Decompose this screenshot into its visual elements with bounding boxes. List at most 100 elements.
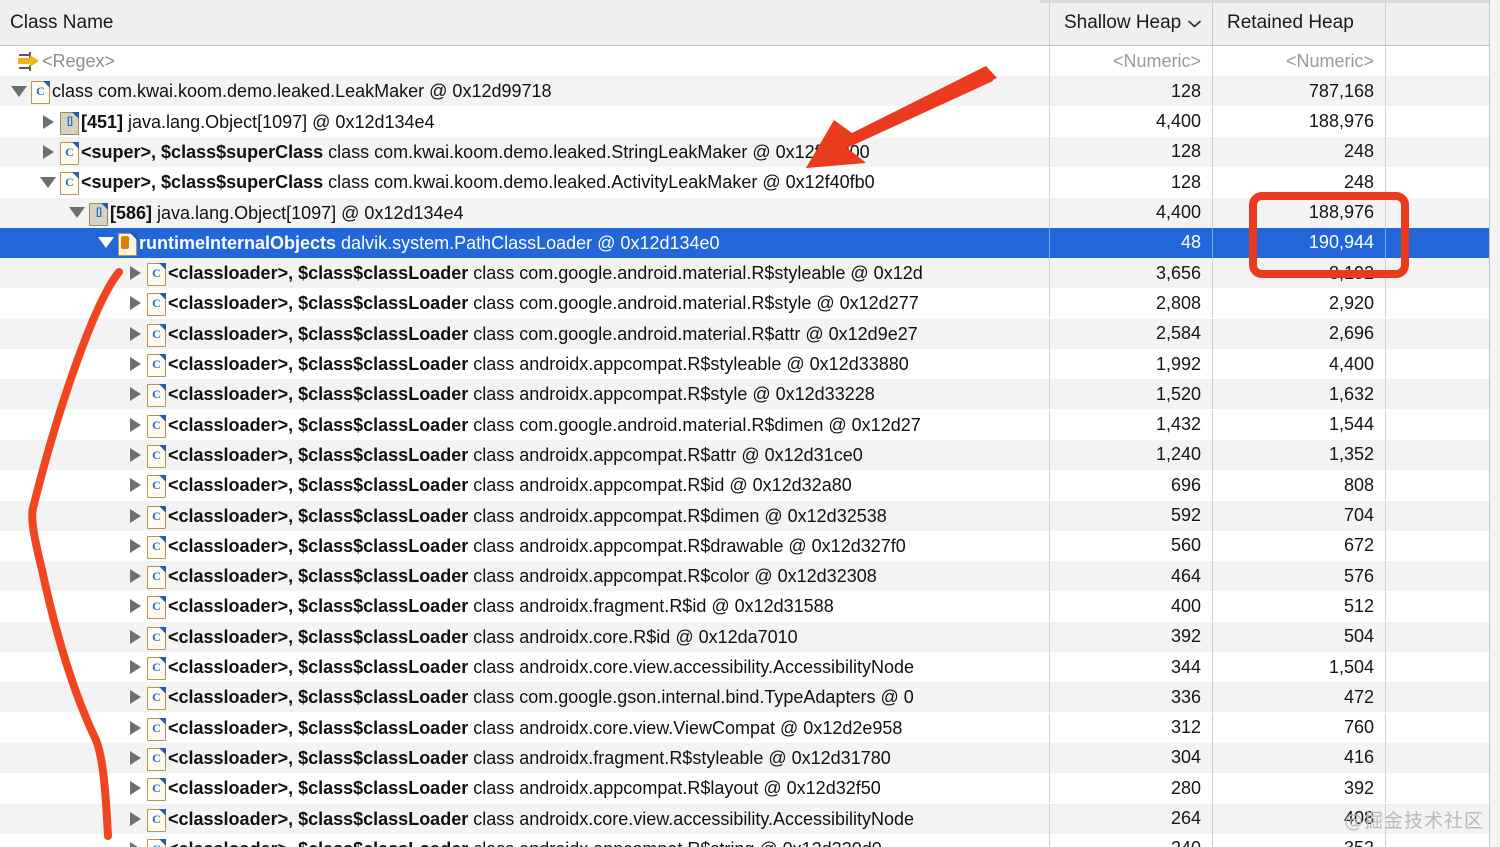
filter-retained-heap-cell[interactable]: <Numeric> bbox=[1212, 46, 1385, 76]
column-header-class-name[interactable]: Class Name bbox=[0, 0, 1049, 45]
expand-triangle-right-icon[interactable] bbox=[126, 804, 144, 834]
table-row[interactable]: C<classloader>, $class$classLoader class… bbox=[0, 318, 1500, 349]
class-name-cell[interactable]: C<classloader>, $class$classLoader class… bbox=[0, 258, 1049, 288]
table-row[interactable]: C<classloader>, $class$classLoader class… bbox=[0, 621, 1500, 652]
class-name-cell[interactable]: C<classloader>, $class$classLoader class… bbox=[0, 834, 1049, 847]
table-row[interactable]: C<classloader>, $class$classLoader class… bbox=[0, 530, 1500, 561]
expand-triangle-right-icon[interactable] bbox=[126, 531, 144, 561]
class-name-cell[interactable]: [] [586] java.lang.Object[1097] @ 0x12d13… bbox=[0, 198, 1049, 228]
table-row[interactable]: C<classloader>, $class$classLoader class… bbox=[0, 349, 1500, 379]
class-name-cell[interactable]: C<classloader>, $class$classLoader class… bbox=[0, 531, 1049, 561]
shallow-heap-cell: 2,584 bbox=[1049, 318, 1212, 349]
class-name-cell[interactable]: C<classloader>, $class$classLoader class… bbox=[0, 501, 1049, 531]
expand-triangle-right-icon[interactable] bbox=[126, 591, 144, 621]
expand-triangle-down-icon[interactable] bbox=[97, 228, 115, 258]
class-name-cell[interactable]: C<classloader>, $class$classLoader class… bbox=[0, 591, 1049, 621]
column-header-shallow-heap[interactable]: Shallow Heap bbox=[1049, 0, 1212, 45]
table-row[interactable]: runtimeInternalObjects dalvik.system.Pat… bbox=[0, 227, 1500, 258]
table-row[interactable]: C<classloader>, $class$classLoader class… bbox=[0, 470, 1500, 501]
table-row[interactable]: C<classloader>, $class$classLoader class… bbox=[0, 833, 1500, 847]
table-row[interactable]: C <super>, $class$superClass class com.kw… bbox=[0, 167, 1500, 198]
shallow-heap-cell: 280 bbox=[1049, 773, 1212, 804]
table-row[interactable]: C<classloader>, $class$classLoader class… bbox=[0, 409, 1500, 440]
table-row[interactable]: C<classloader>, $class$classLoader class… bbox=[0, 742, 1500, 773]
filter-class-name-cell[interactable]: <Regex> bbox=[0, 46, 1049, 76]
expand-triangle-right-icon[interactable] bbox=[126, 834, 144, 847]
class-name-cell[interactable]: C<classloader>, $class$classLoader class… bbox=[0, 470, 1049, 500]
expand-triangle-right-icon[interactable] bbox=[126, 652, 144, 682]
expand-triangle-right-icon[interactable] bbox=[126, 440, 144, 470]
class-name-cell[interactable]: C<classloader>, $class$classLoader class… bbox=[0, 288, 1049, 318]
class-name-cell[interactable]: [] [451] java.lang.Object[1097] @ 0x12d13… bbox=[0, 107, 1049, 137]
expand-triangle-right-icon[interactable] bbox=[126, 682, 144, 712]
expand-triangle-right-icon[interactable] bbox=[126, 410, 144, 440]
shallow-heap-cell: 4,400 bbox=[1049, 106, 1212, 137]
expand-triangle-right-icon[interactable] bbox=[126, 743, 144, 773]
expand-triangle-right-icon[interactable] bbox=[126, 773, 144, 803]
class-name-cell[interactable]: C<classloader>, $class$classLoader class… bbox=[0, 410, 1049, 440]
expand-triangle-down-icon[interactable] bbox=[39, 167, 57, 197]
expand-triangle-right-icon[interactable] bbox=[126, 561, 144, 591]
table-row[interactable]: [] [451] java.lang.Object[1097] @ 0x12d13… bbox=[0, 106, 1500, 137]
class-name-text: runtimeInternalObjects dalvik.system.Pat… bbox=[139, 228, 720, 258]
expand-triangle-right-icon[interactable] bbox=[126, 288, 144, 318]
table-row[interactable]: C<classloader>, $class$classLoader class… bbox=[0, 379, 1500, 410]
class-name-emphasis: <classloader>, $class$classLoader bbox=[168, 687, 469, 708]
class-name-cell[interactable]: C<classloader>, $class$classLoader class… bbox=[0, 561, 1049, 591]
extra-cell bbox=[1385, 682, 1490, 713]
class-name-cell[interactable]: C<classloader>, $class$classLoader class… bbox=[0, 349, 1049, 379]
class-name-cell[interactable]: C<classloader>, $class$classLoader class… bbox=[0, 622, 1049, 652]
class-name-cell[interactable]: runtimeInternalObjects dalvik.system.Pat… bbox=[0, 228, 1049, 258]
expand-triangle-down-icon[interactable] bbox=[68, 198, 86, 228]
expand-triangle-right-icon[interactable] bbox=[126, 501, 144, 531]
expand-triangle-right-icon[interactable] bbox=[126, 713, 144, 743]
heap-object-tree[interactable]: <Regex> <Numeric> <Numeric> Cclass com.k… bbox=[0, 46, 1500, 847]
class-name-cell[interactable]: C<classloader>, $class$classLoader class… bbox=[0, 682, 1049, 712]
class-name-cell[interactable]: C<classloader>, $class$classLoader class… bbox=[0, 773, 1049, 803]
table-row[interactable]: C <super>, $class$superClass class com.kw… bbox=[0, 136, 1500, 167]
expand-triangle-right-icon[interactable] bbox=[126, 622, 144, 652]
class-name-cell[interactable]: C<classloader>, $class$classLoader class… bbox=[0, 440, 1049, 470]
retained-heap-cell: 1,544 bbox=[1212, 409, 1385, 440]
expand-triangle-down-icon[interactable] bbox=[10, 76, 28, 106]
table-row[interactable]: Cclass com.kwai.koom.demo.leaked.LeakMak… bbox=[0, 76, 1500, 107]
class-name-detail: class androidx.appcompat.R$color @ 0x12d… bbox=[468, 566, 877, 587]
expand-triangle-right-icon[interactable] bbox=[126, 349, 144, 379]
shallow-heap-cell: 1,240 bbox=[1049, 439, 1212, 470]
class-name-cell[interactable]: C<classloader>, $class$classLoader class… bbox=[0, 652, 1049, 682]
table-row[interactable]: C<classloader>, $class$classLoader class… bbox=[0, 561, 1500, 592]
class-name-cell[interactable]: C<classloader>, $class$classLoader class… bbox=[0, 804, 1049, 834]
class-name-cell[interactable]: C <super>, $class$superClass class com.kw… bbox=[0, 137, 1049, 167]
column-header-extra[interactable] bbox=[1385, 0, 1489, 45]
table-row[interactable]: C<classloader>, $class$classLoader class… bbox=[0, 712, 1500, 743]
class-name-cell[interactable]: C<classloader>, $class$classLoader class… bbox=[0, 319, 1049, 349]
expand-triangle-right-icon[interactable] bbox=[126, 258, 144, 288]
expand-triangle-right-icon[interactable] bbox=[39, 107, 57, 137]
class-name-cell[interactable]: C<classloader>, $class$classLoader class… bbox=[0, 379, 1049, 409]
table-row[interactable]: C<classloader>, $class$classLoader class… bbox=[0, 803, 1500, 834]
column-header-retained-heap[interactable]: Retained Heap bbox=[1212, 0, 1385, 45]
class-name-detail: class androidx.appcompat.R$style @ 0x12d… bbox=[468, 384, 875, 405]
table-row[interactable]: C<classloader>, $class$classLoader class… bbox=[0, 288, 1500, 319]
retained-heap-cell: 672 bbox=[1212, 530, 1385, 561]
table-row[interactable]: [] [586] java.lang.Object[1097] @ 0x12d13… bbox=[0, 197, 1500, 228]
class-name-cell[interactable]: C<classloader>, $class$classLoader class… bbox=[0, 713, 1049, 743]
table-row[interactable]: C<classloader>, $class$classLoader class… bbox=[0, 682, 1500, 713]
table-row[interactable]: C<classloader>, $class$classLoader class… bbox=[0, 591, 1500, 622]
pane-divider[interactable] bbox=[1489, 0, 1500, 847]
class-name-emphasis: <classloader>, $class$classLoader bbox=[168, 354, 469, 374]
class-name-cell[interactable]: C<classloader>, $class$classLoader class… bbox=[0, 743, 1049, 773]
filter-shallow-heap-cell[interactable]: <Numeric> bbox=[1049, 46, 1212, 76]
expand-triangle-right-icon[interactable] bbox=[126, 379, 144, 409]
table-row[interactable]: C<classloader>, $class$classLoader class… bbox=[0, 500, 1500, 531]
expand-triangle-right-icon[interactable] bbox=[126, 470, 144, 500]
table-row[interactable]: C<classloader>, $class$classLoader class… bbox=[0, 773, 1500, 804]
table-row[interactable]: C<classloader>, $class$classLoader class… bbox=[0, 258, 1500, 289]
filter-row[interactable]: <Regex> <Numeric> <Numeric> bbox=[0, 46, 1500, 76]
class-name-cell[interactable]: C <super>, $class$superClass class com.kw… bbox=[0, 167, 1049, 197]
expand-triangle-right-icon[interactable] bbox=[39, 137, 57, 167]
class-name-cell[interactable]: Cclass com.kwai.koom.demo.leaked.LeakMak… bbox=[0, 76, 1049, 106]
expand-triangle-right-icon[interactable] bbox=[126, 319, 144, 349]
table-row[interactable]: C<classloader>, $class$classLoader class… bbox=[0, 652, 1500, 682]
table-row[interactable]: C<classloader>, $class$classLoader class… bbox=[0, 439, 1500, 470]
